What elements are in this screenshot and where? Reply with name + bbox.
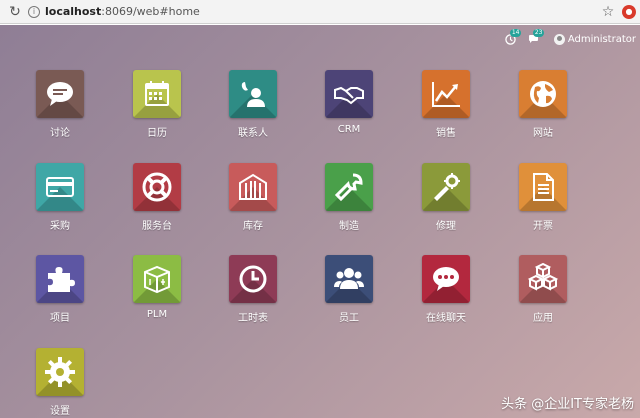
app-icon-bg [229,163,277,211]
app-label: 设置 [50,406,70,417]
activity-menu[interactable]: 14 [505,28,522,45]
app-label: 网站 [533,128,553,139]
app-invoicing[interactable]: 开票 [503,163,583,253]
plm-box-icon [144,265,170,294]
cubes-icon [527,263,559,291]
wrench-icon [334,173,363,202]
app-icon-bg [133,163,181,211]
app-label: 修理 [436,221,456,232]
app-plm[interactable]: PLM [117,255,197,345]
app-icon-bg [519,163,567,211]
extension-icon: ● [625,7,633,16]
app-label: 日历 [147,128,167,139]
app-icon-bg [325,163,373,211]
handshake-icon [334,86,364,105]
extension-button[interactable]: ● [622,4,636,19]
app-icon-bg [325,70,373,118]
chat-icon [47,82,73,106]
bookmark-star-button[interactable]: ☆ [598,2,618,22]
contacts-icon [241,82,265,107]
app-inventory[interactable]: 库存 [213,163,293,253]
app-crm[interactable]: CRM [309,70,389,160]
app-sales[interactable]: 销售 [406,70,486,160]
user-name: Administrator [567,33,636,45]
app-label: 采购 [50,221,70,232]
info-icon: i [28,5,40,18]
app-discuss[interactable]: 讨论 [20,70,100,160]
gear-icon [45,357,75,387]
browser-toolbar: ↻ i localhost:8069/web#home ☆ ● [0,0,640,24]
live-chat-icon [433,267,459,291]
app-settings[interactable]: 设置 [20,348,100,418]
app-label: 员工 [339,313,359,324]
app-icon-bg [36,255,84,303]
invoice-icon [533,173,554,201]
home-menu: 14 23 Administrator 讨论 日历 联系人 CRM 销售 网站 … [0,25,640,418]
app-icon-bg [519,70,567,118]
app-employees[interactable]: 员工 [309,255,389,345]
systray: 14 23 Administrator [493,28,636,47]
app-label: 项目 [50,313,70,324]
clock-icon [239,265,267,293]
calendar-icon [145,81,169,106]
reload-icon: ↻ [9,3,21,20]
app-calendar[interactable]: 日历 [117,70,197,160]
lifebuoy-icon [142,172,172,202]
watermark: 头条 @企业IT专家老杨 [501,397,634,412]
messages-menu[interactable]: 23 [528,28,545,45]
app-apps[interactable]: 应用 [503,255,583,345]
reload-button[interactable]: ↻ [4,1,26,23]
warehouse-icon [239,173,267,200]
app-icon-bg [422,70,470,118]
app-label: 库存 [243,221,263,232]
app-label: 讨论 [50,128,70,139]
app-timesheets[interactable]: 工时表 [213,255,293,345]
app-label: 在线聊天 [426,313,466,324]
app-label: PLM [146,309,168,320]
app-icon-bg [36,163,84,211]
address-bar[interactable]: i localhost:8069/web#home [28,2,598,22]
app-icon-bg [36,70,84,118]
app-repair[interactable]: 修理 [406,163,486,253]
app-icon-bg [519,255,567,303]
app-icon-bg [133,70,181,118]
app-helpdesk[interactable]: 服务台 [117,163,197,253]
app-live-chat[interactable]: 在线聊天 [406,255,486,345]
globe-icon [530,81,556,107]
app-icon-bg [422,255,470,303]
app-label: 应用 [533,313,553,324]
url-host: localhost [45,5,102,18]
app-icon-bg [36,348,84,396]
app-purchase[interactable]: 采购 [20,163,100,253]
app-project[interactable]: 项目 [20,255,100,345]
tools-icon [434,173,460,201]
app-label: 销售 [436,128,456,139]
sales-chart-icon [432,82,460,107]
app-label: 制造 [339,221,359,232]
app-icon-bg [229,255,277,303]
user-menu[interactable]: Administrator [553,33,636,45]
avatar [553,33,565,45]
app-label: 开票 [533,221,553,232]
app-label: 服务台 [142,221,172,232]
app-label: CRM [337,124,361,135]
activity-count-badge: 14 [509,28,522,37]
app-icon-bg [229,70,277,118]
credit-card-icon [46,177,74,197]
app-website[interactable]: 网站 [503,70,583,160]
messages-count-badge: 23 [532,28,545,37]
puzzle-icon [48,267,75,292]
app-label: 联系人 [238,128,268,139]
app-label: 工时表 [238,313,268,324]
app-icon-bg [422,163,470,211]
url-path: :8069/web#home [101,5,200,18]
star-icon: ☆ [601,3,615,20]
app-manufacturing[interactable]: 制造 [309,163,389,253]
employees-icon [334,268,364,289]
app-icon-bg [133,255,181,303]
app-icon-bg [325,255,373,303]
app-contacts[interactable]: 联系人 [213,70,293,160]
